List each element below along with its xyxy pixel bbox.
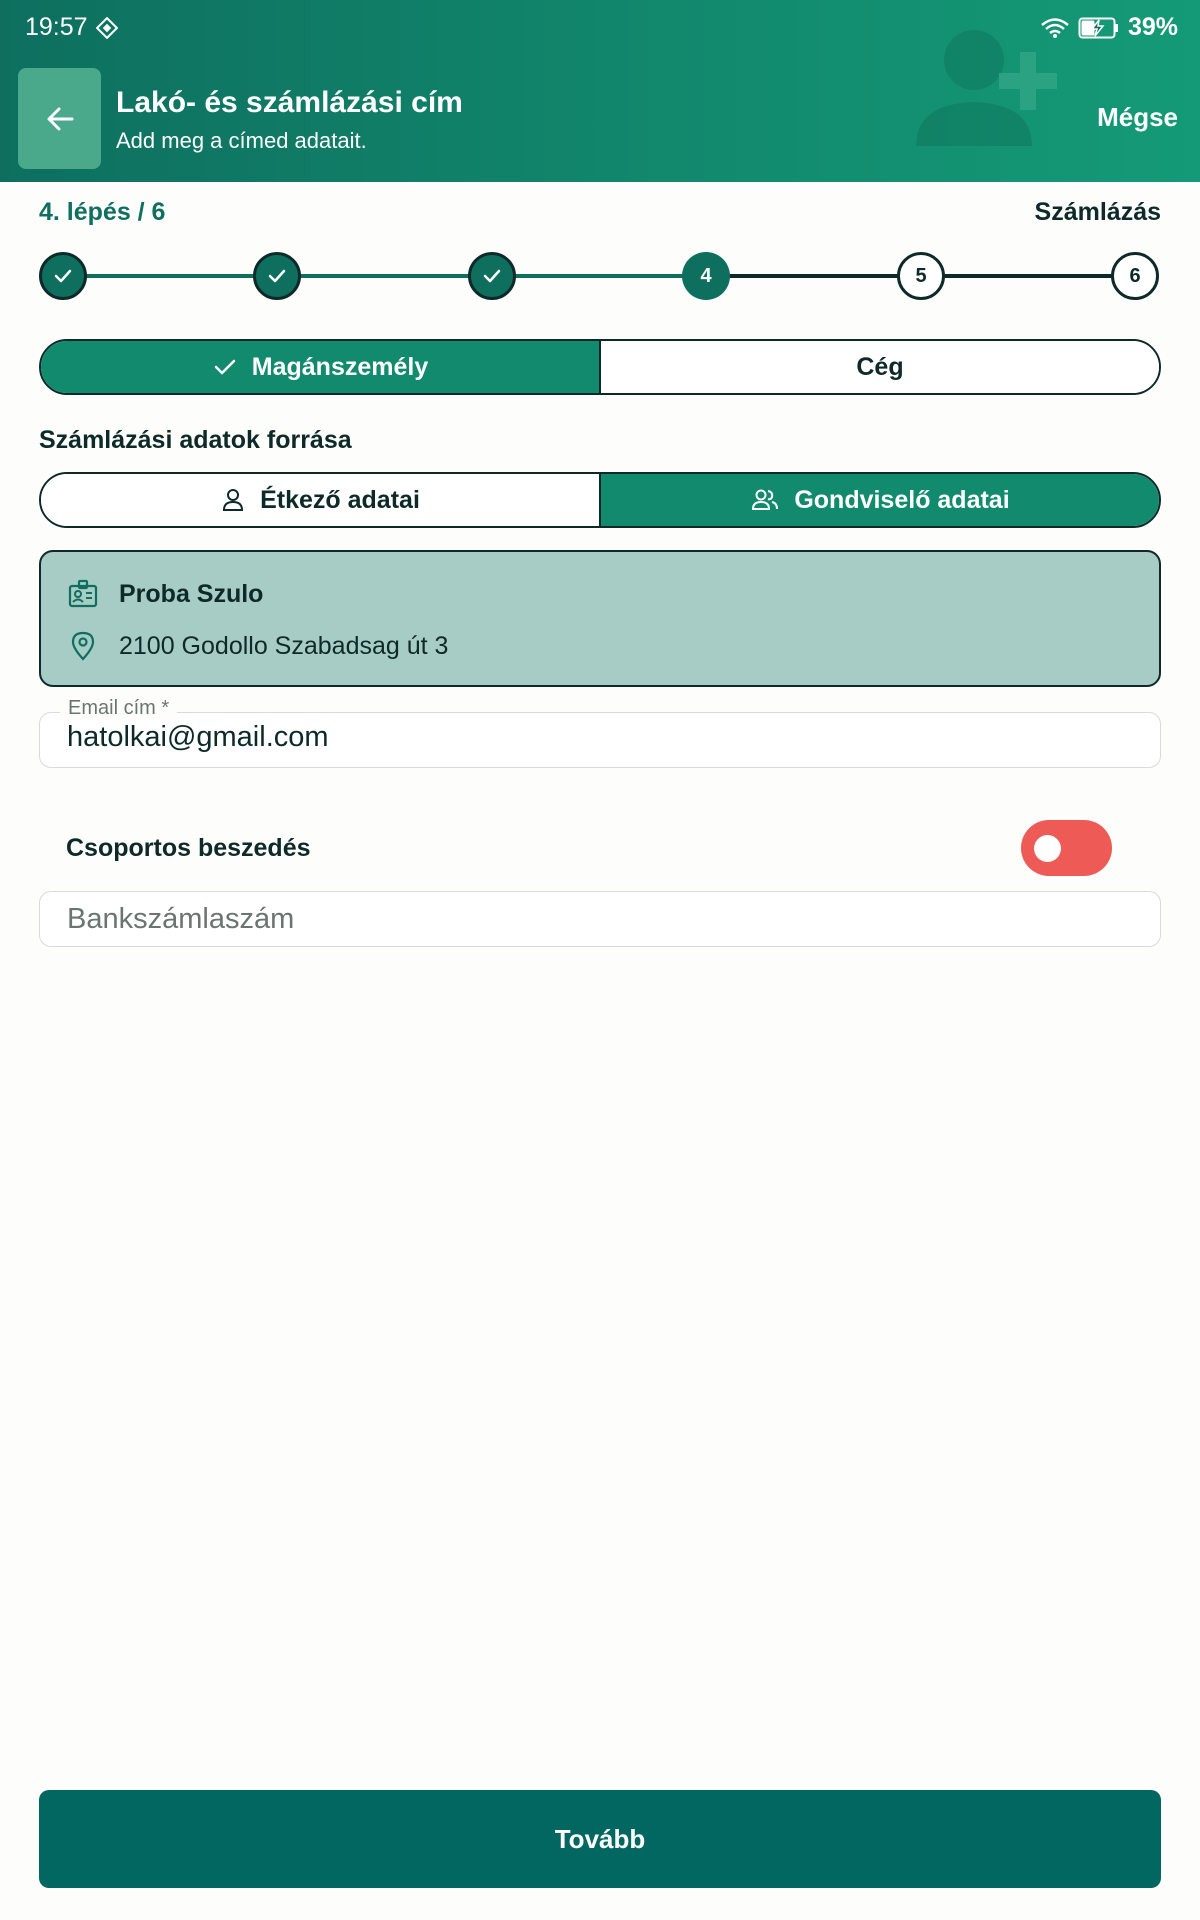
billing-source-selector: Étkező adatai Gondviselő adatai [39, 472, 1161, 528]
group-billing-label: Csoportos beszedés [66, 834, 311, 862]
id-card-icon [68, 579, 98, 608]
option-guardian-data-label: Gondviselő adatai [794, 485, 1010, 514]
step-3-completed [468, 252, 516, 300]
stepper-line-5 [921, 274, 1135, 278]
arrow-left-icon [47, 107, 73, 130]
next-button[interactable]: Tovább [39, 1790, 1161, 1888]
notification-icon [95, 16, 118, 39]
billing-address: 2100 Godollo Szabadsag út 3 [119, 631, 449, 660]
option-private-person-label: Magánszemély [251, 352, 429, 381]
location-pin-icon [71, 631, 95, 661]
billing-info-card: Proba Szulo 2100 Godollo Szabadsag út 3 [39, 550, 1161, 687]
step-4-current: 4 [682, 252, 730, 300]
person-icon [223, 489, 244, 511]
battery-charging-icon [1078, 17, 1118, 38]
step-6: 6 [1111, 252, 1159, 300]
billing-source-label: Számlázási adatok forrása [39, 426, 352, 454]
battery-level: 39% [1127, 13, 1178, 41]
option-diner-data[interactable]: Étkező adatai [41, 474, 599, 526]
option-diner-data-label: Étkező adatai [260, 485, 420, 514]
status-time: 19:57 [25, 13, 118, 42]
step-counter: 4. lépés / 6 [39, 198, 166, 226]
group-billing-toggle[interactable] [1021, 820, 1112, 876]
people-icon [752, 489, 779, 510]
cancel-button[interactable]: Mégse [1097, 102, 1178, 133]
back-button[interactable] [18, 68, 101, 169]
next-button-label: Tovább [554, 1823, 646, 1854]
bank-account-placeholder: Bankszámlaszám [67, 903, 295, 935]
toggle-knob [1034, 835, 1061, 862]
check-icon [54, 269, 72, 283]
step-1-completed [39, 252, 87, 300]
add-person-icon [916, 30, 1057, 146]
email-field-label: Email cím * [60, 697, 178, 720]
step-name: Számlázás [1034, 198, 1161, 226]
option-company-label: Cég [856, 352, 904, 381]
stepper-line-4 [706, 274, 921, 278]
customer-type-selector: Magánszemély Cég [39, 339, 1161, 395]
step-2-completed [253, 252, 301, 300]
option-private-person[interactable]: Magánszemély [41, 341, 599, 393]
option-guardian-data[interactable]: Gondviselő adatai [601, 474, 1159, 526]
page-title: Lakó- és számlázási cím [116, 86, 463, 119]
page-subtitle: Add meg a címed adatait. [116, 128, 367, 153]
bank-account-field[interactable]: Bankszámlaszám [39, 891, 1161, 947]
status-time-text: 19:57 [25, 13, 88, 41]
stepper-line-3 [492, 274, 706, 278]
step-5: 5 [897, 252, 945, 300]
billing-name: Proba Szulo [119, 579, 264, 608]
check-icon [268, 269, 286, 283]
billing-address-row: 2100 Godollo Szabadsag út 3 [67, 630, 448, 662]
progress-stepper: 4 5 6 [39, 252, 1161, 300]
check-icon [483, 269, 501, 283]
billing-name-row: Proba Szulo [67, 578, 263, 610]
email-field-value: hatolkai@gmail.com [67, 721, 329, 753]
stepper-line-1 [63, 274, 277, 278]
option-company[interactable]: Cég [601, 341, 1159, 393]
email-field[interactable]: Email cím * hatolkai@gmail.com [39, 697, 1161, 768]
stepper-line-2 [277, 274, 492, 278]
app-header: 19:57 39% Lakó- és számlázási cím Add me… [0, 0, 1200, 182]
check-icon [214, 359, 236, 375]
